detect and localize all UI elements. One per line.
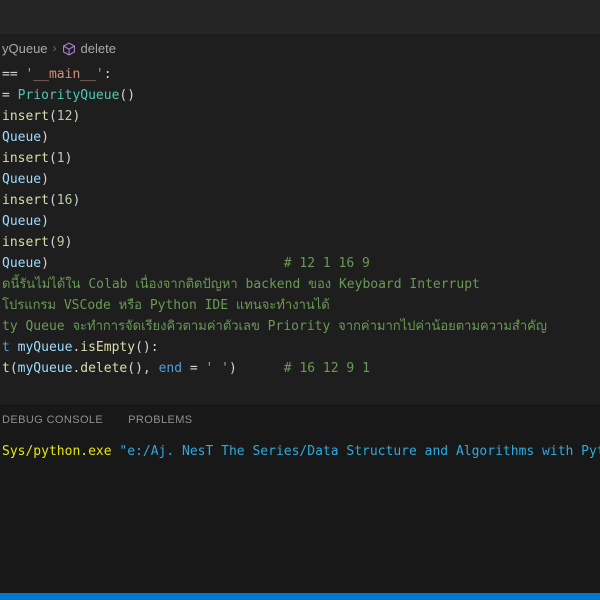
panel-tab-bar: DEBUG CONSOLE PROBLEMS	[0, 406, 600, 434]
code-line[interactable]: Queue)	[2, 211, 600, 232]
code-token: =	[182, 361, 205, 376]
code-token: Queue	[2, 172, 41, 187]
terminal-command-line[interactable]: Sys/python.exe "e:/Aj. NesT The Series/D…	[2, 443, 600, 460]
terminal-command-argument: "e:/Aj. NesT The Series/Data Structure a…	[119, 444, 600, 459]
code-area[interactable]: == '__main__':= PriorityQueue()insert(12…	[0, 61, 600, 405]
code-line[interactable]: Queue)	[2, 127, 600, 148]
code-line[interactable]: insert(9)	[2, 232, 600, 253]
code-token: myQueue	[18, 361, 73, 376]
code-line[interactable]: Queue)	[2, 169, 600, 190]
code-token: PriorityQueue	[18, 88, 120, 103]
breadcrumb-item-symbol[interactable]: delete	[81, 41, 116, 56]
code-token: t	[2, 361, 10, 376]
code-line[interactable]: insert(1)	[2, 148, 600, 169]
code-line[interactable]: โปรแกรม VSCode หรือ Python IDE แทนจะทำงา…	[2, 295, 600, 316]
code-token: isEmpty	[80, 340, 135, 355]
code-token: '__main__'	[25, 67, 103, 82]
chevron-right-icon: ›	[53, 41, 57, 55]
code-token: end	[159, 361, 182, 376]
code-token: insert	[2, 193, 49, 208]
code-token: 9	[57, 235, 65, 250]
terminal-command-executable: Sys/python.exe	[2, 444, 119, 459]
code-token: :	[104, 67, 112, 82]
vscode-window: yQueue › delete == '__main__':= Priority…	[0, 0, 600, 600]
code-line[interactable]: t(myQueue.delete(), end = ' ') # 16 12 9…	[2, 358, 600, 379]
code-token: insert	[2, 151, 49, 166]
code-token: myQueue	[18, 340, 73, 355]
code-token: )	[72, 109, 80, 124]
breadcrumb: yQueue › delete	[0, 35, 600, 61]
code-token: =	[2, 88, 18, 103]
code-token: # 12 1 16 9	[49, 256, 370, 271]
code-token: Queue	[2, 214, 41, 229]
code-token: ==	[2, 67, 25, 82]
code-token: )	[41, 172, 49, 187]
code-token: )	[65, 235, 73, 250]
code-token: (	[49, 151, 57, 166]
code-token: )	[65, 151, 73, 166]
code-line[interactable]: insert(12)	[2, 106, 600, 127]
code-line[interactable]: = PriorityQueue()	[2, 85, 600, 106]
code-line[interactable]: Queue) # 12 1 16 9	[2, 253, 600, 274]
code-token: (	[49, 193, 57, 208]
code-line[interactable]: == '__main__':	[2, 64, 600, 85]
breadcrumb-item-parent[interactable]: yQueue	[2, 41, 48, 56]
code-line[interactable]: insert(16)	[2, 190, 600, 211]
code-token: ():	[135, 340, 158, 355]
code-token: ดนี้รันไม่ได้ใน Colab เนื่องจากติดปัญหา …	[2, 277, 480, 292]
code-token: )	[41, 256, 49, 271]
code-line[interactable]: t myQueue.isEmpty():	[2, 337, 600, 358]
code-token: (),	[127, 361, 158, 376]
symbol-method-icon	[62, 42, 76, 56]
code-token: 16	[57, 193, 73, 208]
code-token: # 16 12 9 1	[237, 361, 370, 376]
code-line[interactable]: ดนี้รันไม่ได้ใน Colab เนื่องจากติดปัญหา …	[2, 274, 600, 295]
code-token: )	[41, 214, 49, 229]
bottom-panel: DEBUG CONSOLE PROBLEMS Sys/python.exe "e:…	[0, 405, 600, 593]
panel-tab-problems[interactable]: PROBLEMS	[128, 414, 192, 426]
code-token: ()	[119, 88, 135, 103]
code-token: insert	[2, 109, 49, 124]
code-token: (	[49, 109, 57, 124]
panel-tab-debug-console[interactable]: DEBUG CONSOLE	[2, 414, 103, 426]
code-token: ty Queue จะทำการจัดเรียงคิวตามค่าตัวเลข …	[2, 319, 547, 334]
code-token: (	[49, 235, 57, 250]
code-token: 1	[57, 151, 65, 166]
code-token: (	[10, 361, 18, 376]
code-token: )	[72, 193, 80, 208]
code-token: delete	[80, 361, 127, 376]
editor-tab-strip	[0, 0, 600, 35]
code-line[interactable]: ty Queue จะทำการจัดเรียงคิวตามค่าตัวเลข …	[2, 316, 600, 337]
code-token: insert	[2, 235, 49, 250]
code-token: Queue	[2, 130, 41, 145]
code-token: โปรแกรม VSCode หรือ Python IDE แทนจะทำงา…	[2, 298, 330, 313]
code-token: 12	[57, 109, 73, 124]
code-token: t	[2, 340, 18, 355]
code-token: )	[229, 361, 237, 376]
status-bar	[0, 593, 600, 600]
code-token: )	[41, 130, 49, 145]
code-token: Queue	[2, 256, 41, 271]
code-token: ' '	[206, 361, 229, 376]
